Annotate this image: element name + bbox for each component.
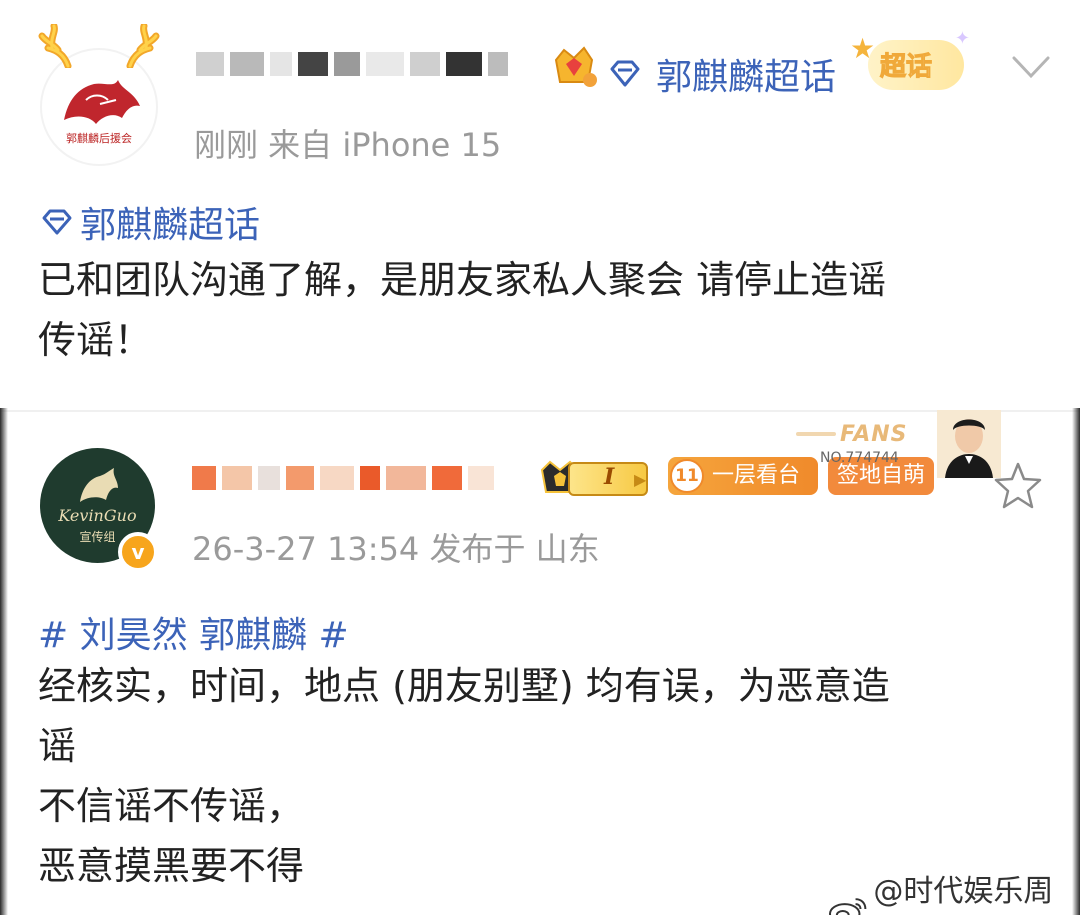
badge-label: 超话	[879, 52, 933, 83]
diamond-icon	[42, 209, 72, 235]
body-line: 恶意摸黑要不得	[38, 844, 305, 888]
topic-link[interactable]: # 刘昊然 郭麒麟 #	[38, 606, 349, 658]
screenshot-edge	[0, 408, 8, 915]
decor-line	[796, 432, 836, 436]
verified-badge-icon: v	[118, 532, 158, 572]
qilin-logo-icon	[64, 80, 140, 124]
topic-link[interactable]: 郭麒麟超话	[40, 196, 260, 248]
body-line: 谣	[38, 724, 77, 768]
super-topic-badge[interactable]: ★ 超话 ✦	[850, 28, 970, 98]
avatar[interactable]: 郭麒麟后援会	[38, 24, 160, 166]
post-meta: 刚刚 来自 iPhone 15	[194, 126, 502, 164]
fans-label: FANS	[840, 422, 908, 447]
stand-level-number: 11	[670, 459, 704, 493]
antler-icon	[38, 24, 72, 68]
post-body: 经核实，时间，地点 (朋友别墅) 均有误，为恶意造 谣 不信谣不传谣， 恶意摸黑…	[38, 656, 890, 896]
username-blurred[interactable]	[192, 466, 494, 490]
avatar-caption: 郭麒麟后援会	[66, 132, 132, 145]
body-line: 已和团队沟通了解，是朋友家私人聚会 请停止造谣	[38, 258, 887, 302]
super-topic-name: 郭麒麟超话	[656, 57, 837, 98]
super-topic-link[interactable]: 郭麒麟超话	[608, 48, 836, 100]
watermark: @时代娱乐周刊	[828, 866, 1080, 915]
body-line: 不信谣不传谣，	[38, 784, 305, 828]
body-line: 传谣！	[38, 318, 153, 362]
topic-text: 郭麒麟超话	[80, 205, 261, 246]
username-blurred[interactable]	[196, 52, 508, 76]
qilin-logo-icon	[80, 468, 118, 502]
body-line: 经核实，时间，地点 (朋友别墅) 均有误，为恶意造	[38, 664, 890, 708]
post-card-1: 郭麒麟后援会 郭麒麟超话 ★ 超话 ✦ 刚刚 来自 iPhone 15 郭麒麟超…	[0, 0, 1080, 400]
star-icon: ★	[850, 32, 876, 65]
sparkle-icon: ✦	[954, 28, 970, 49]
level-text: I	[604, 464, 615, 490]
crown-gem-icon	[554, 46, 597, 87]
chevron-down-icon[interactable]	[1008, 52, 1054, 82]
avatar-brand: KevinGuo	[58, 506, 137, 525]
star-icon[interactable]	[992, 460, 1044, 512]
diamond-icon	[610, 60, 640, 87]
fans-number: NO.774744	[820, 450, 899, 466]
weibo-logo-icon	[828, 898, 867, 915]
screenshot-edge	[1072, 408, 1080, 915]
arrow-icon: ▶	[634, 470, 647, 489]
post-meta: 26-3-27 13:54 发布于 山东	[192, 530, 600, 568]
post-body: 已和团队沟通了解，是朋友家私人聚会 请停止造谣 传谣！	[38, 250, 886, 370]
member-level-badge[interactable]: I ▶	[538, 456, 650, 500]
stand-label: 一层看台	[712, 463, 801, 488]
watermark-text: @时代娱乐周刊	[873, 874, 1054, 909]
antler-icon	[126, 24, 160, 68]
